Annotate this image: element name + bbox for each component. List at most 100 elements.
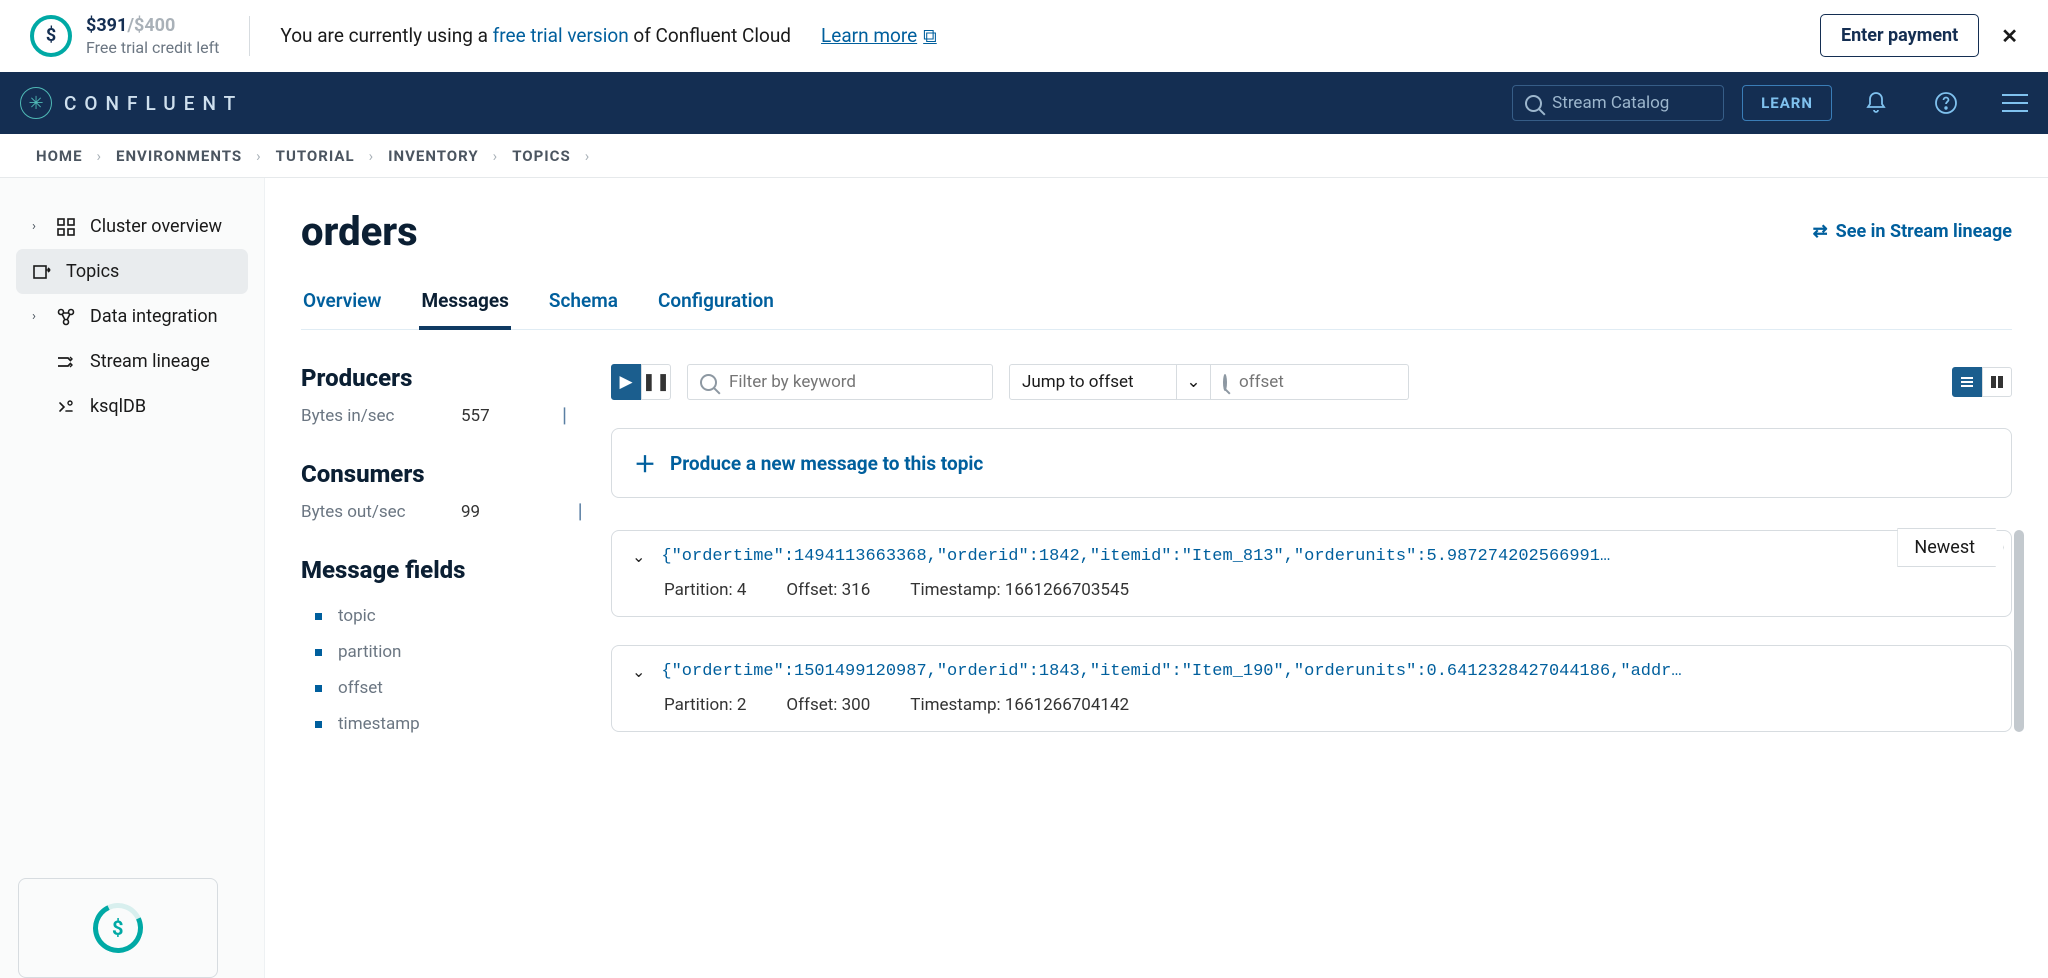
grid-icon [56, 217, 76, 237]
view-toggle [1952, 367, 2012, 397]
chevron-down-icon[interactable]: ⌄ [632, 547, 645, 566]
bytes-out-row: Bytes out/sec 99 ⎹ [301, 502, 581, 522]
message-partition: Partition: 2 [664, 695, 746, 715]
brand[interactable]: ✳ CONFLUENT [20, 87, 243, 119]
sidebar-item-stream-lineage[interactable]: › Stream lineage [0, 339, 264, 384]
crumb-inventory[interactable]: INVENTORY [388, 147, 479, 165]
message-offset: Offset: 300 [786, 695, 870, 715]
message-json: {"ordertime":1494113663368,"orderid":184… [661, 547, 1991, 566]
crumb-tutorial[interactable]: TUTORIAL [276, 147, 355, 165]
credit-used: $391 [86, 15, 127, 36]
credit-max: /$400 [127, 15, 175, 36]
filter-input[interactable] [687, 364, 993, 400]
breadcrumb: HOME› ENVIRONMENTS› TUTORIAL› INVENTORY›… [0, 134, 2048, 178]
producers-title: Producers [301, 364, 581, 392]
produce-label: Produce a new message to this topic [670, 452, 983, 475]
search-icon [1223, 374, 1227, 391]
sparkline-icon: ⎸ [564, 406, 581, 426]
external-link-icon: ⧉ [923, 24, 937, 47]
notifications-icon[interactable] [1862, 89, 1890, 117]
sidebar-item-data-integration[interactable]: › Data integration [0, 294, 264, 339]
bytes-in-label: Bytes in/sec [301, 406, 421, 426]
sidebar-item-topics[interactable]: Topics [16, 249, 248, 294]
filter-field[interactable] [727, 371, 980, 393]
see-in-stream-lineage-link[interactable]: ⇄ See in Stream lineage [1813, 221, 2012, 242]
tab-overview[interactable]: Overview [301, 289, 383, 329]
jump-label: Jump to offset [1022, 372, 1134, 392]
learn-button[interactable]: LEARN [1742, 85, 1832, 121]
catalog-search-placeholder: Stream Catalog [1552, 93, 1669, 113]
menu-icon[interactable] [2002, 94, 2028, 112]
jump-to-offset-group: Jump to offset ⌄ [1009, 364, 1409, 400]
field-name: offset [338, 678, 383, 698]
bytes-in-row: Bytes in/sec 557 ⎸ [301, 406, 581, 426]
chevron-down-icon: ⌄ [1186, 372, 1200, 392]
tab-messages[interactable]: Messages [419, 289, 510, 330]
list-item: offset [301, 670, 581, 706]
promo-card[interactable]: $ [18, 878, 218, 978]
left-column: Producers Bytes in/sec 557 ⎸ Consumers B… [301, 364, 581, 776]
play-button[interactable]: ▶ [611, 364, 641, 400]
credit-caption: Free trial credit left [86, 38, 219, 57]
jump-dropdown-button[interactable]: ⌄ [1177, 364, 1211, 400]
sidebar-item-cluster-overview[interactable]: › Cluster overview [0, 204, 264, 249]
message-timestamp: Timestamp: 1661266703545 [910, 580, 1129, 600]
message-offset: Offset: 316 [786, 580, 870, 600]
search-icon [700, 374, 717, 391]
close-icon[interactable]: ✕ [2001, 24, 2018, 48]
tab-schema[interactable]: Schema [547, 289, 620, 329]
trial-msg-pre: You are currently using a [280, 24, 492, 47]
plus-icon: ＋ [634, 447, 656, 479]
crumb-topics[interactable]: TOPICS [512, 147, 571, 165]
trial-msg-post: of Confluent Cloud [629, 24, 791, 47]
chevron-down-icon[interactable]: ⌄ [632, 662, 645, 681]
message-card[interactable]: ⌄ {"ordertime":1501499120987,"orderid":1… [611, 645, 2012, 732]
view-columns-button[interactable] [1982, 367, 2012, 397]
stream-catalog-search[interactable]: Stream Catalog [1512, 85, 1724, 121]
message-partition: Partition: 4 [664, 580, 746, 600]
separator [249, 16, 250, 56]
list-item: timestamp [301, 706, 581, 742]
offset-input[interactable] [1211, 364, 1409, 400]
offset-field[interactable] [1237, 371, 1463, 393]
crumb-home[interactable]: HOME [36, 147, 83, 165]
play-pause-group: ▶ ❚❚ [611, 364, 671, 400]
ksqldb-icon [56, 397, 76, 417]
sidebar-item-label: Data integration [90, 306, 218, 327]
topics-icon [32, 262, 52, 282]
scrollbar[interactable] [2014, 530, 2024, 732]
tab-configuration[interactable]: Configuration [656, 289, 776, 329]
message-card[interactable]: ⌄ {"ordertime":1494113663368,"orderid":1… [611, 530, 2012, 617]
right-column: ▶ ❚❚ Jump to offset ⌄ [611, 364, 2012, 776]
consumers-title: Consumers [301, 460, 581, 488]
trial-banner: $ $391/$400 Free trial credit left You a… [0, 0, 2048, 72]
sidebar-item-label: Topics [66, 261, 119, 282]
dollar-ring-icon: $ [86, 896, 150, 960]
field-name: timestamp [338, 714, 420, 734]
pause-button[interactable]: ❚❚ [641, 364, 671, 400]
bytes-out-label: Bytes out/sec [301, 502, 421, 522]
free-trial-link[interactable]: free trial version [493, 24, 629, 47]
bytes-in-value: 557 [461, 406, 490, 426]
crumb-environments[interactable]: ENVIRONMENTS [116, 147, 242, 165]
credit-block: $ $391/$400 Free trial credit left [30, 15, 219, 57]
sidebar-item-ksqldb[interactable]: › ksqlDB [0, 384, 264, 429]
learn-more-link[interactable]: Learn more ⧉ [821, 24, 937, 47]
learn-more-text: Learn more [821, 24, 917, 47]
chevron-right-icon: › [32, 309, 42, 324]
messages-toolbar: ▶ ❚❚ Jump to offset ⌄ [611, 364, 2012, 400]
tabs: Overview Messages Schema Configuration [301, 289, 2012, 330]
sidebar-item-label: ksqlDB [90, 396, 146, 417]
search-icon [1525, 95, 1542, 112]
list-item: partition [301, 634, 581, 670]
credit-text: $391/$400 Free trial credit left [86, 15, 219, 57]
list-item: topic [301, 598, 581, 634]
view-list-button[interactable] [1952, 367, 1982, 397]
lineage-link-text: See in Stream lineage [1836, 221, 2012, 242]
help-icon[interactable] [1932, 89, 1960, 117]
produce-message-button[interactable]: ＋ Produce a new message to this topic [611, 428, 2012, 498]
sparkline-icon: ⎹ [564, 502, 581, 522]
jump-to-offset-select[interactable]: Jump to offset [1009, 364, 1177, 400]
main-content: orders ⇄ See in Stream lineage Overview … [265, 178, 2048, 978]
enter-payment-button[interactable]: Enter payment [1820, 14, 1979, 57]
